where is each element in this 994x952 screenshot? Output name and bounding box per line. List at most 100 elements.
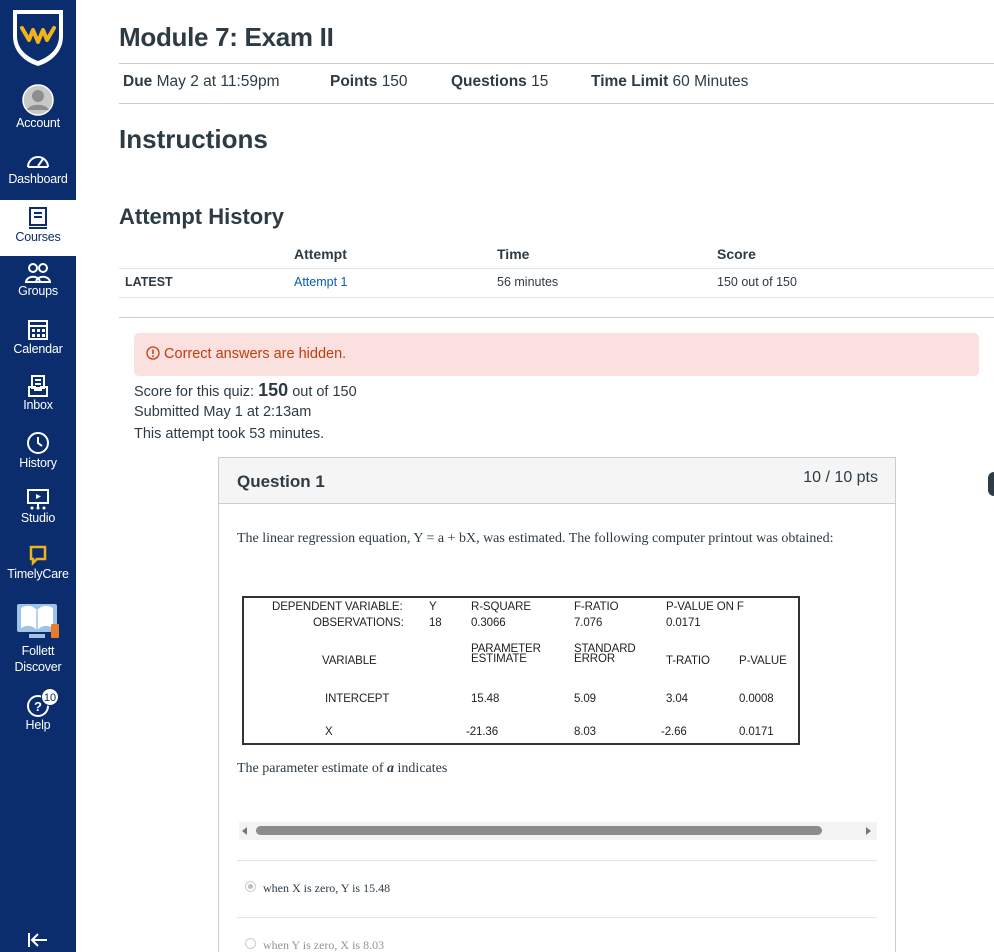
- dep-var-label: DEPENDENT VARIABLE:: [272, 601, 403, 613]
- scrollbar-thumb[interactable]: [256, 826, 822, 835]
- nav-account-label: Account: [16, 116, 60, 130]
- svg-text:?: ?: [34, 699, 42, 714]
- courses-icon: [29, 207, 47, 229]
- nav-groups-label: Groups: [18, 284, 58, 298]
- title-divider: [119, 63, 994, 64]
- row-x-variable: X: [325, 726, 333, 738]
- groups-icon: [24, 263, 52, 283]
- attempt-time: 56 minutes: [497, 275, 559, 289]
- col-variable: VARIABLE: [322, 655, 377, 667]
- nav-timelycare[interactable]: TimelyCare: [0, 543, 76, 599]
- nav-follett-label-1: Follett: [21, 644, 55, 658]
- answer-1-text: when X is zero, Y is 15.48: [263, 881, 391, 895]
- row-x-t: -2.66: [661, 726, 687, 738]
- edge-scroll-indicator: [988, 472, 994, 496]
- question-prompt: The parameter estimate of a indicates: [237, 761, 447, 777]
- horizontal-scrollbar[interactable]: [239, 822, 877, 840]
- question-card: Question 1 10 / 10 pts The linear regres…: [218, 457, 896, 952]
- alert-message: Correct answers are hidden.: [146, 346, 346, 362]
- col-se-2: ERROR: [574, 653, 616, 665]
- meta-divider: [119, 103, 994, 104]
- col-attempt: Attempt: [294, 246, 347, 262]
- attempt-score: 150 out of 150: [717, 275, 797, 289]
- row-intercept-estimate: 15.48: [471, 693, 500, 705]
- nav-studio[interactable]: Studio: [0, 487, 76, 543]
- nav-help-label: Help: [25, 718, 51, 732]
- history-icon: [27, 432, 49, 454]
- points-value: 150: [381, 73, 408, 90]
- quiz-score-line: Score for this quiz: 150 out of 150: [134, 380, 357, 401]
- score-prefix: Score for this quiz:: [134, 384, 255, 400]
- score-value: 150: [258, 380, 289, 400]
- prompt-before: The parameter estimate of: [237, 761, 384, 776]
- time-limit-label: Time Limit: [591, 73, 669, 90]
- question-title: Question 1: [237, 472, 325, 491]
- col-pvalue: P-VALUE: [739, 655, 787, 667]
- alert-text: Correct answers are hidden.: [164, 346, 347, 362]
- timelycare-icon: [29, 545, 47, 567]
- answer-divider: [237, 917, 877, 918]
- attempt-link[interactable]: Attempt 1: [294, 275, 348, 289]
- nav-account[interactable]: Account: [0, 84, 76, 140]
- nav-inbox[interactable]: Inbox: [0, 374, 76, 430]
- due-label: Due: [123, 73, 153, 90]
- prompt-variable: a: [387, 761, 395, 776]
- table-header-divider: [119, 268, 994, 269]
- nav-dashboard-label: Dashboard: [8, 172, 68, 186]
- question-header: Question 1 10 / 10 pts: [219, 458, 895, 504]
- nav-history[interactable]: History: [0, 430, 76, 486]
- nav-groups[interactable]: Groups: [0, 262, 76, 318]
- due-value: May 2 at 11:59pm: [156, 73, 280, 90]
- answer-option-1[interactable]: when X is zero, Y is 15.48: [245, 881, 391, 896]
- prompt-after: indicates: [397, 761, 448, 776]
- nav-courses-label: Courses: [15, 230, 61, 244]
- help-badge: 10: [41, 688, 59, 706]
- collapse-nav-button[interactable]: [28, 932, 48, 952]
- fratio-label: F-RATIO: [574, 601, 619, 613]
- answer-divider: [237, 860, 877, 861]
- nav-calendar-label: Calendar: [13, 342, 63, 356]
- radio-unselected-icon[interactable]: [245, 938, 256, 949]
- fratio-value: 7.076: [574, 617, 603, 629]
- scroll-left-arrow-icon[interactable]: [242, 827, 247, 835]
- row-intercept-t: 3.04: [666, 693, 688, 705]
- pvf-label: P-VALUE ON F: [666, 601, 744, 613]
- obs-label: OBSERVATIONS:: [313, 617, 404, 629]
- regression-printout: DEPENDENT VARIABLE: Y R-SQUARE F-RATIO P…: [242, 596, 800, 745]
- obs-value: 18: [429, 617, 442, 629]
- col-time: Time: [497, 246, 530, 262]
- nav-courses[interactable]: Courses: [0, 200, 76, 256]
- row-x-p: 0.0171: [739, 726, 774, 738]
- page-title: Module 7: Exam II: [119, 22, 334, 52]
- row-x-se: 8.03: [574, 726, 596, 738]
- warning-icon: [146, 346, 160, 360]
- row-intercept-p: 0.0008: [739, 693, 774, 705]
- answer-option-2[interactable]: when Y is zero, X is 8.03: [245, 938, 384, 952]
- nav-help[interactable]: ? 10 Help: [0, 688, 76, 750]
- col-tratio: T-RATIO: [666, 655, 710, 667]
- duration-line: This attempt took 53 minutes.: [134, 426, 325, 442]
- global-nav: Account Dashboard Courses Groups Calenda…: [0, 0, 76, 952]
- latest-tag: LATEST: [125, 275, 173, 289]
- meta-points: Points 150: [330, 73, 408, 91]
- rsq-value: 0.3066: [471, 617, 506, 629]
- scroll-right-arrow-icon[interactable]: [866, 827, 871, 835]
- question-points: 10 / 10 pts: [803, 469, 878, 486]
- points-label: Points: [330, 73, 378, 90]
- school-logo[interactable]: [9, 6, 67, 68]
- nav-calendar[interactable]: Calendar: [0, 318, 76, 374]
- submitted-line: Submitted May 1 at 2:13am: [134, 404, 312, 420]
- meta-due: Due May 2 at 11:59pm: [123, 73, 280, 91]
- nav-dashboard[interactable]: Dashboard: [0, 150, 76, 206]
- col-score: Score: [717, 246, 756, 262]
- nav-follett-discover[interactable]: Follett Discover: [0, 598, 76, 678]
- calendar-icon: [28, 320, 48, 340]
- nav-inbox-label: Inbox: [23, 398, 53, 412]
- row-intercept-variable: INTERCEPT: [325, 693, 390, 705]
- attempt-history-heading: Attempt History: [119, 204, 285, 229]
- meta-time-limit: Time Limit 60 Minutes: [591, 73, 748, 91]
- rsq-label: R-SQUARE: [471, 601, 531, 613]
- time-limit-value: 60 Minutes: [672, 73, 749, 90]
- radio-selected-icon[interactable]: [245, 881, 256, 892]
- nav-studio-label: Studio: [20, 511, 56, 525]
